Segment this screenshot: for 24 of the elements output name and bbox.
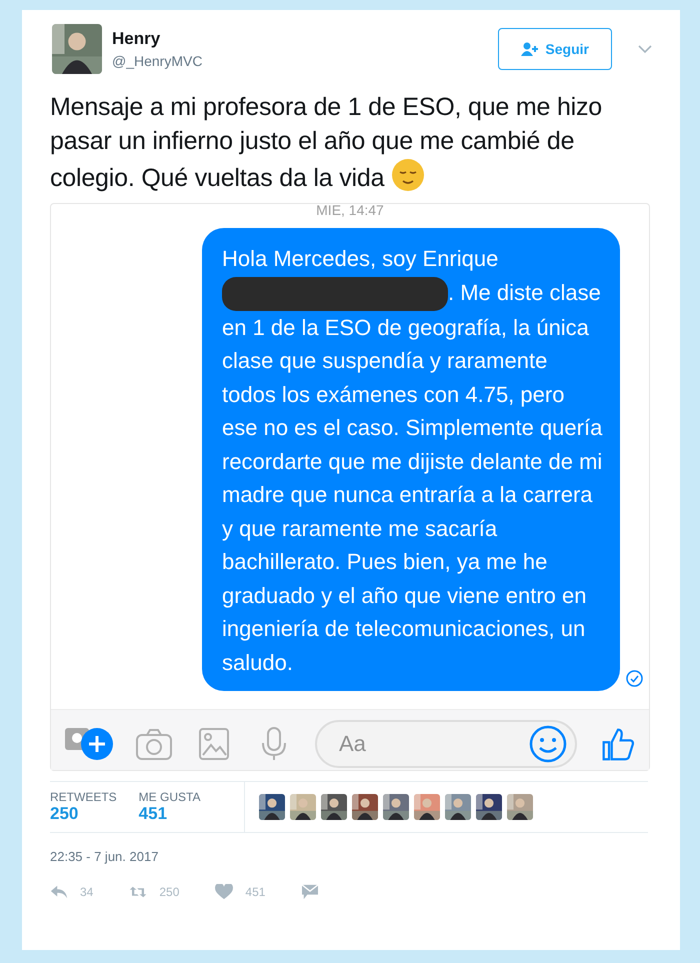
reply-icon[interactable] [50,884,68,900]
stat-label: ME GUSTA [138,790,200,804]
action-count: 451 [245,885,266,900]
check-circle-icon [626,670,643,688]
message-timestamp: MIE, 14:47 [315,202,385,220]
action-count: 250 [159,885,180,900]
chevron-down-icon[interactable] [638,44,652,54]
add-user-icon [521,42,540,56]
heart-icon[interactable] [215,884,234,900]
relieved-face-icon [391,158,426,192]
stat-count[interactable]: 250 [50,804,117,824]
user-handle[interactable]: @_HenryMVC [112,53,488,69]
stat-label: RETWEETS [50,790,117,804]
tweet-text: Mensaje a mi profesora de 1 de ESO, que me hizo pasar un infierno justo el año que me cambié de colegio. Qué vueltas da la vida [50,92,604,194]
message-bubble: Hola Mercedes, soy Enrique . Me diste clase en 1 de la ESO de geografía, la única clase que suspendía y raramente todos los exámenes con 4.75, pero ese no es el caso. Simplemente quería recordarte que me dijiste delante de mi madre que nunca entraría a la carrera y que raramente me sacaría bachillerato. Pues bien, ya me he graduado y el año que viene entro en ingeniería de telecomunicaciones, un saludo. [202,228,620,692]
smiley-icon[interactable] [529,725,567,764]
stat-count[interactable]: 451 [138,804,200,824]
action-count: 34 [80,885,94,900]
follow-button[interactable]: Seguir [498,28,612,70]
tweet-date[interactable]: 22:35 - 7 jun. 2017 [50,849,652,864]
user-name[interactable]: Henry [112,29,488,49]
message-icon[interactable] [301,884,320,900]
message-input[interactable]: Aa [315,720,577,768]
camera-icon[interactable] [135,727,173,762]
